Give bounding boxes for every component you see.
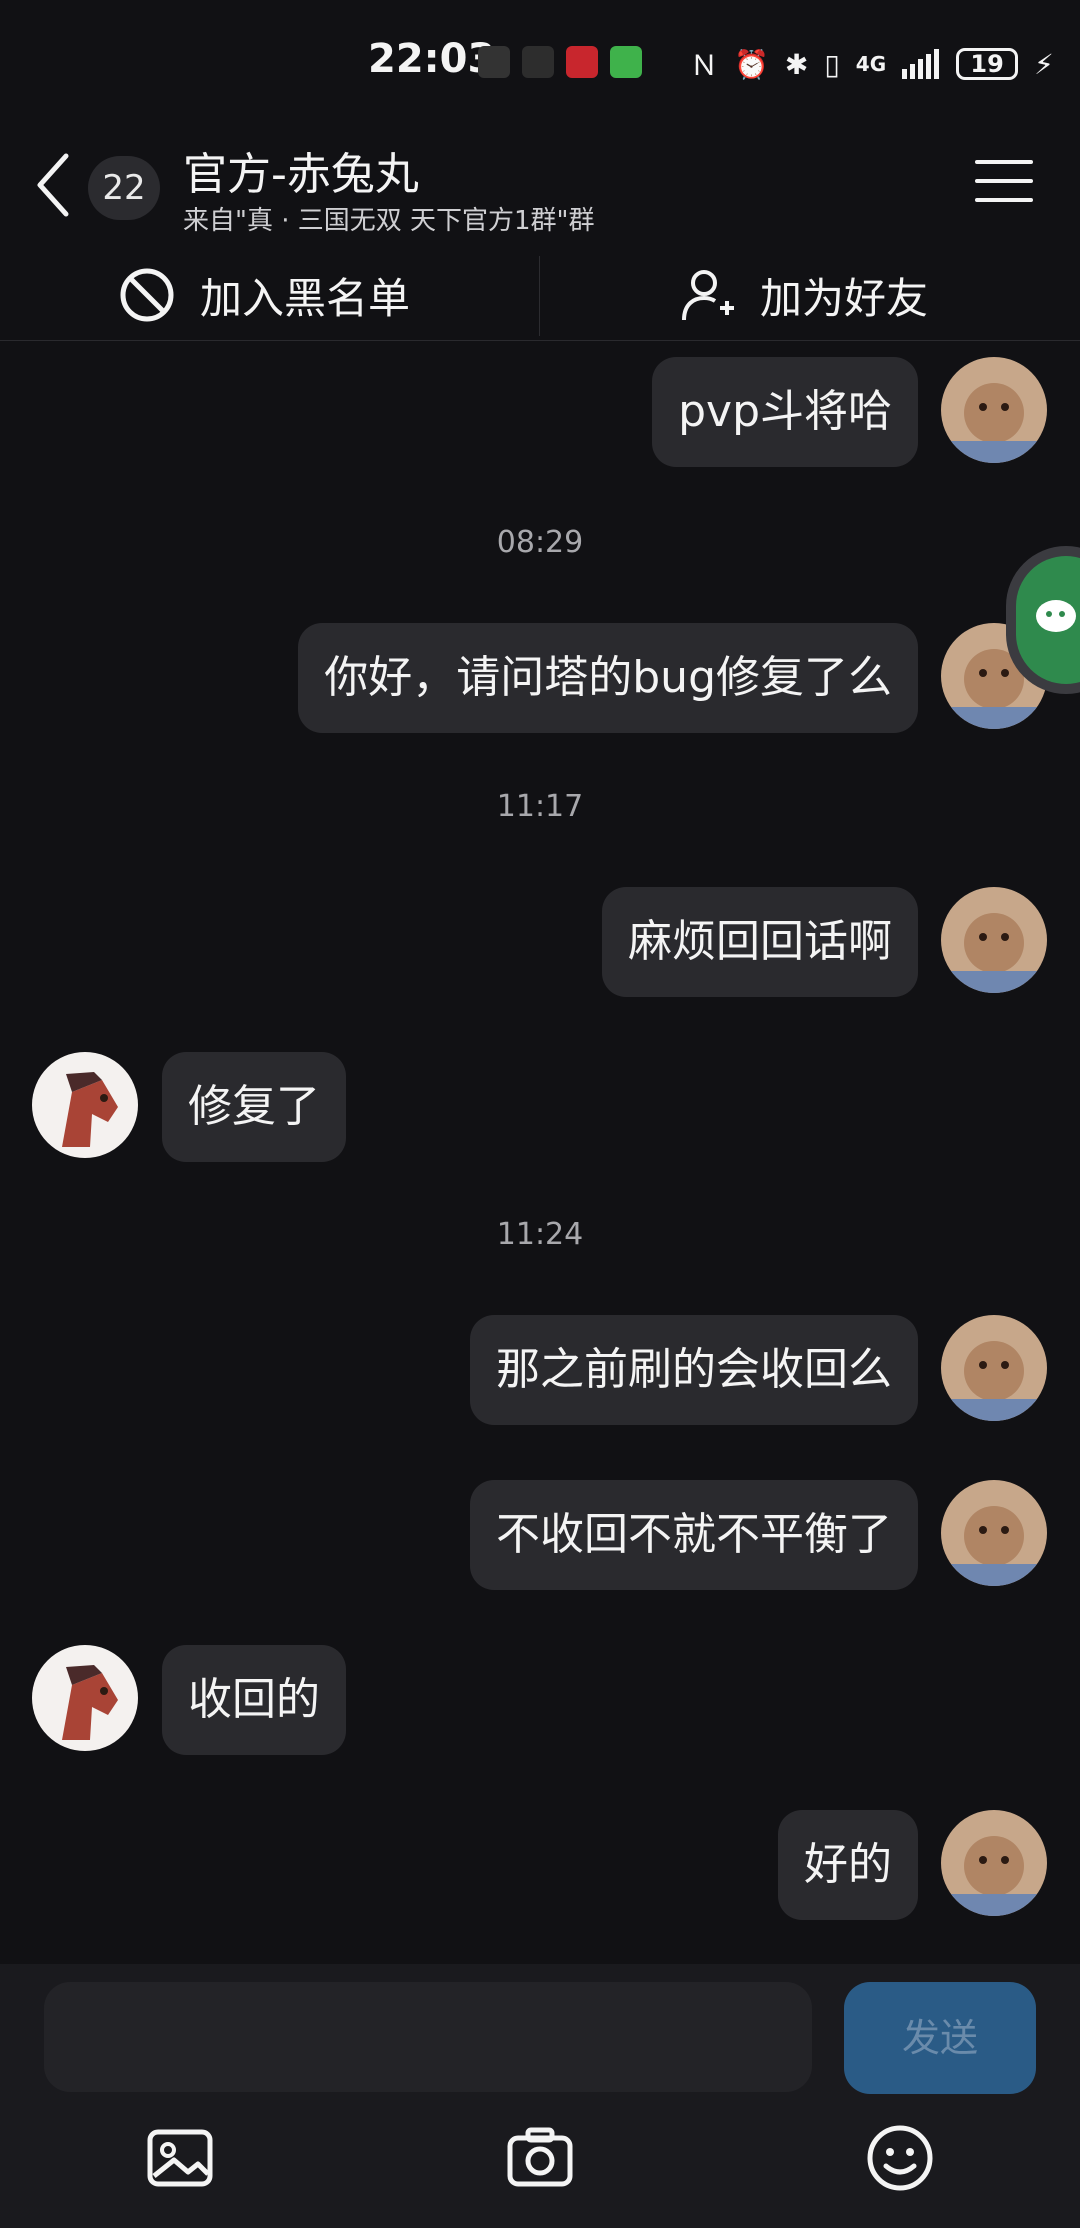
message-bubble-sent[interactable]: 不收回不就不平衡了 [470, 1480, 918, 1590]
game-app-icon [522, 46, 554, 78]
message-bubble-sent[interactable]: 你好，请问塔的bug修复了么 [298, 623, 918, 733]
add-friend-label: 加为好友 [760, 273, 929, 323]
wechat-icon [1036, 600, 1076, 632]
blacklist-label: 加入黑名单 [200, 273, 411, 323]
timestamp: 08:29 [496, 525, 584, 560]
message-bubble-received[interactable]: 收回的 [162, 1645, 346, 1755]
menu-icon[interactable] [975, 160, 1033, 206]
signal-icon [902, 49, 940, 79]
chat-title: 官方-赤兔丸 [183, 149, 419, 200]
alarm-icon: ⏰ [734, 47, 769, 81]
message-bubble-sent[interactable]: pvp斗将哈 [652, 357, 918, 467]
message-list[interactable]: pvp斗将哈 08:29 你好，请问塔的bug修复了么 11:17 麻烦回回话啊… [0, 341, 1080, 1964]
block-icon [120, 268, 174, 322]
notification-icons [478, 46, 642, 78]
status-bar: 22:03 Ｎ ⏰ ✱ ▯ 4G 19 ⚡ [0, 0, 1080, 120]
my-avatar[interactable] [941, 357, 1047, 463]
network-type: 4G [855, 52, 887, 76]
contact-avatar[interactable] [32, 1052, 138, 1158]
image-icon[interactable] [144, 2122, 216, 2194]
chat-header: 22 官方-赤兔丸 来自"真 · 三国无双 天下官方1群"群 [0, 120, 1080, 250]
battery-level: 19 [956, 48, 1019, 80]
action-divider [539, 256, 540, 336]
huawei-app-icon [478, 46, 510, 78]
camera-icon[interactable] [504, 2122, 576, 2194]
charging-icon: ⚡ [1034, 47, 1054, 81]
send-button[interactable]: 发送 [844, 1982, 1036, 2094]
emoji-icon[interactable] [864, 2122, 936, 2194]
my-avatar[interactable] [941, 1480, 1047, 1586]
message-bubble-sent[interactable]: 好的 [778, 1810, 918, 1920]
message-bubble-sent[interactable]: 那之前刷的会收回么 [470, 1315, 918, 1425]
nfc-icon: Ｎ [690, 49, 719, 82]
my-avatar[interactable] [941, 1315, 1047, 1421]
vibrate-icon: ▯ [824, 47, 840, 81]
system-icons: Ｎ ⏰ ✱ ▯ 4G 19 ⚡ [690, 44, 1054, 84]
status-time: 22:03 [368, 36, 496, 82]
bluetooth-icon: ✱ [784, 47, 809, 81]
chat-subtitle: 来自"真 · 三国无双 天下官方1群"群 [183, 206, 595, 236]
timestamp: 11:24 [496, 1217, 584, 1252]
unread-count-badge[interactable]: 22 [88, 156, 160, 220]
action-bar: 加入黑名单 加为好友 [0, 250, 1080, 341]
input-area: 发送 [0, 1964, 1080, 2228]
timestamp: 11:17 [496, 789, 584, 824]
message-input[interactable] [44, 1982, 812, 2092]
back-arrow-icon[interactable] [34, 150, 74, 220]
add-user-icon [682, 270, 734, 321]
my-avatar[interactable] [941, 1810, 1047, 1916]
message-bubble-sent[interactable]: 麻烦回回话啊 [602, 887, 918, 997]
message-bubble-received[interactable]: 修复了 [162, 1052, 346, 1162]
bank-app-icon [566, 46, 598, 78]
blacklist-button[interactable]: 加入黑名单 [118, 250, 410, 340]
add-friend-button[interactable]: 加为好友 [680, 250, 928, 340]
wechat-app-icon [610, 46, 642, 78]
my-avatar[interactable] [941, 887, 1047, 993]
contact-avatar[interactable] [32, 1645, 138, 1751]
